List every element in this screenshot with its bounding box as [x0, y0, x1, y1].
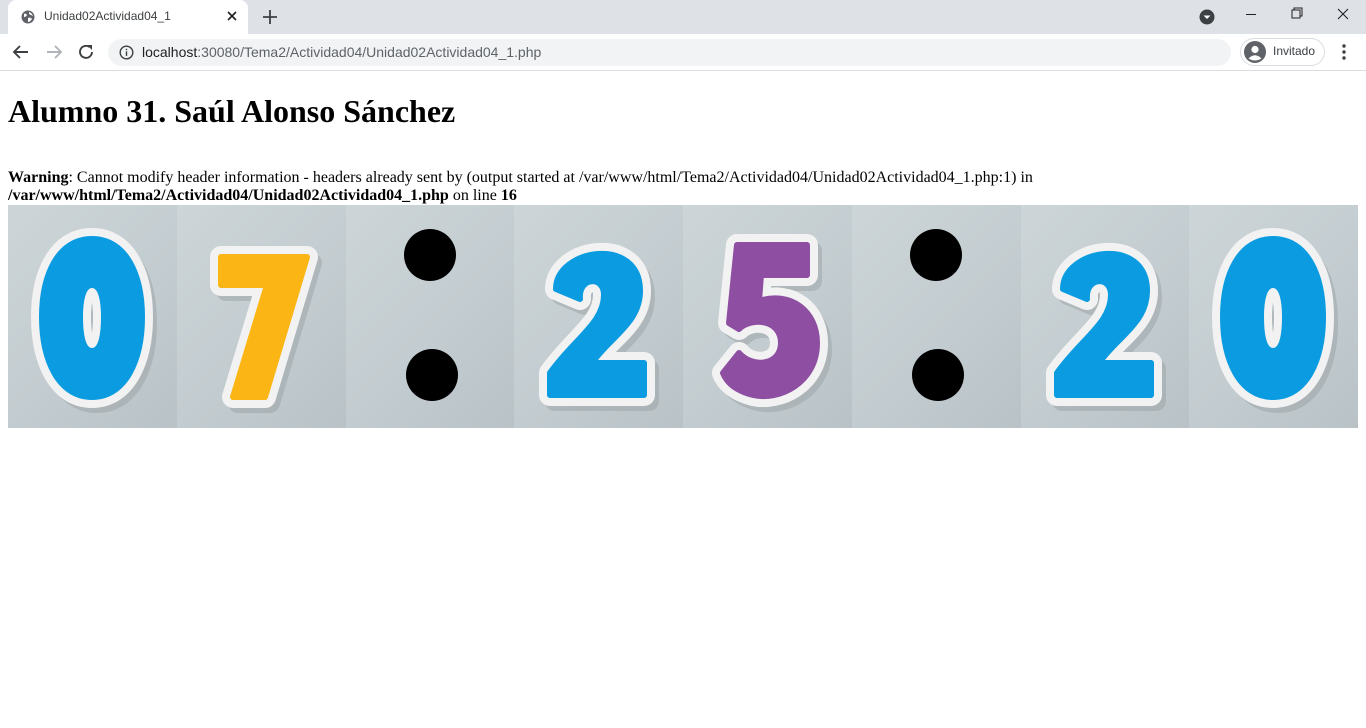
tab-search-icon[interactable]	[1199, 9, 1215, 25]
warning-message: : Cannot modify header information - hea…	[68, 169, 1033, 186]
url-host: localhost	[142, 44, 198, 60]
address-bar[interactable]: localhost:30080/Tema2/Actividad04/Unidad…	[108, 39, 1231, 66]
profile-label: Invitado	[1273, 44, 1316, 58]
digit-5	[712, 234, 832, 413]
page-heading: Alumno 31. Saúl Alonso Sánchez	[8, 93, 456, 129]
warning-line-text: on line	[448, 187, 501, 204]
browser-tab[interactable]: Unidad02Actividad04_1	[8, 0, 248, 34]
avatar-icon	[1244, 41, 1266, 63]
tab-title: Unidad02Actividad04_1	[44, 9, 171, 23]
clock-digit-image	[1020, 205, 1190, 428]
clock-digit-image	[514, 205, 683, 428]
warning-line-number: 16	[500, 187, 517, 204]
clock-digit-image	[1189, 205, 1358, 428]
minimize-icon[interactable]	[1228, 0, 1274, 30]
digit-2	[539, 243, 660, 411]
warning-label: Warning	[8, 169, 69, 186]
clock-digit-image	[8, 205, 177, 428]
restore-icon[interactable]	[1274, 0, 1320, 30]
separator-dot	[909, 229, 962, 281]
new-tab-icon[interactable]	[261, 8, 279, 26]
forward-icon[interactable]	[44, 42, 64, 62]
close-tab-icon[interactable]	[226, 10, 238, 22]
close-window-icon[interactable]	[1320, 0, 1366, 30]
warning-path: /var/www/html/Tema2/Actividad04/Unidad02…	[8, 187, 449, 204]
tab-strip: Unidad02Actividad04_1	[0, 0, 1366, 34]
separator-dot	[911, 349, 964, 401]
clock-separator-image	[345, 205, 515, 428]
back-icon[interactable]	[11, 42, 31, 62]
reload-icon[interactable]	[76, 42, 96, 62]
page-content: Alumno 31. Saúl Alonso Sánchez Warning: …	[0, 71, 1366, 728]
browser-toolbar: localhost:30080/Tema2/Actividad04/Unidad…	[0, 34, 1366, 71]
php-warning: Warning: Cannot modify header informatio…	[8, 169, 1188, 205]
info-icon[interactable]	[119, 45, 134, 60]
clock-separator-image	[851, 205, 1021, 428]
globe-icon	[21, 10, 35, 24]
clock-digit-image	[176, 205, 346, 428]
url-text[interactable]: localhost:30080/Tema2/Actividad04/Unidad…	[142, 44, 541, 60]
digit-0	[31, 228, 157, 413]
profile-button[interactable]: Invitado	[1240, 38, 1325, 66]
separator-dot	[403, 229, 456, 281]
clock-display	[8, 205, 1358, 428]
digit-7	[209, 246, 322, 413]
url-path: :30080/Tema2/Actividad04/Unidad02Activid…	[197, 44, 542, 60]
digit-2	[1045, 243, 1166, 411]
digit-0	[1212, 228, 1339, 413]
menu-icon[interactable]	[1336, 42, 1352, 62]
clock-digit-image	[683, 205, 852, 428]
separator-dot	[405, 349, 458, 401]
